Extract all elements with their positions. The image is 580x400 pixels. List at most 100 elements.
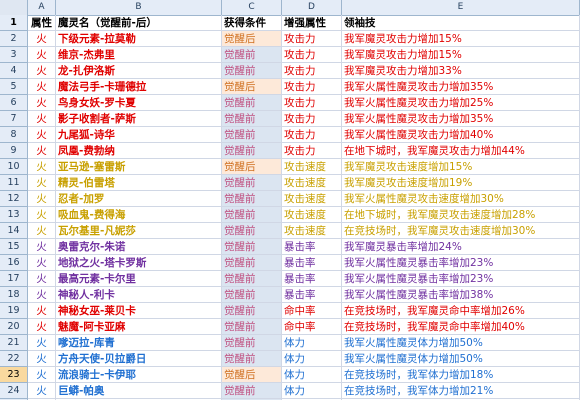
cell-skill[interactable]: 我军火属性魔灵暴击率增加23%	[342, 271, 580, 287]
cell-cond[interactable]: 觉醒前	[222, 111, 282, 127]
row-number[interactable]: 4	[0, 63, 28, 79]
cell-name[interactable]: 龙-扎伊洛斯	[56, 63, 222, 79]
cell-enh[interactable]: 攻击速度	[282, 159, 342, 175]
row-number[interactable]: 6	[0, 95, 28, 111]
row-number[interactable]: 21	[0, 335, 28, 351]
cell-name[interactable]: 神秘女巫-莱贝卡	[56, 303, 222, 319]
cell-skill[interactable]: 在地下城时，我军魔灵攻击力增加44%	[342, 143, 580, 159]
cell-attr[interactable]: 火	[28, 63, 56, 79]
cell-cond[interactable]: 觉醒前	[222, 207, 282, 223]
cell-skill[interactable]: 我军魔灵攻击力增加15%	[342, 31, 580, 47]
cell-skill[interactable]: 我军火属性魔灵攻击力增加40%	[342, 127, 580, 143]
column-header-a[interactable]: A	[28, 0, 56, 15]
cell-attr[interactable]: 火	[28, 303, 56, 319]
cell-cond[interactable]: 觉醒前	[222, 63, 282, 79]
cell-attr[interactable]: 火	[28, 223, 56, 239]
cell-enh[interactable]: 体力	[282, 367, 342, 383]
cell-cond[interactable]: 觉醒后	[222, 159, 282, 175]
cell-attr[interactable]: 火	[28, 127, 56, 143]
cell-enh[interactable]: 命中率	[282, 303, 342, 319]
cell-enh[interactable]: 攻击速度	[282, 175, 342, 191]
cell-skill[interactable]: 我军火属性魔灵体力增加50%	[342, 335, 580, 351]
row-number[interactable]: 1	[0, 15, 28, 31]
cell-cond[interactable]: 觉醒后	[222, 367, 282, 383]
row-number[interactable]: 20	[0, 319, 28, 335]
cell-enh[interactable]: 攻击力	[282, 143, 342, 159]
row-number[interactable]: 10	[0, 159, 28, 175]
cell-cond[interactable]: 觉醒前	[222, 255, 282, 271]
cell-skill[interactable]: 在竞技场时，我军体力增加21%	[342, 383, 580, 399]
cell-name[interactable]: 下级元素-拉莫勒	[56, 31, 222, 47]
cell-skill[interactable]: 在竞技场时，我军魔灵命中率增加26%	[342, 303, 580, 319]
cell-skill[interactable]: 在竞技场时，我军体力增加18%	[342, 367, 580, 383]
cell-name[interactable]: 维京-杰弗里	[56, 47, 222, 63]
cell-name[interactable]: 影子收割者-萨斯	[56, 111, 222, 127]
cell-name[interactable]: 魅魔-阿卡亚麻	[56, 319, 222, 335]
cell-name[interactable]: 吸血鬼-费得海	[56, 207, 222, 223]
cell-attr[interactable]: 火	[28, 335, 56, 351]
cell-enh[interactable]: 攻击力	[282, 111, 342, 127]
cell-skill[interactable]: 我军魔灵攻击速度增加15%	[342, 159, 580, 175]
cell-enh[interactable]: 攻击速度	[282, 207, 342, 223]
cell-enh[interactable]: 攻击力	[282, 63, 342, 79]
cell-attr[interactable]: 火	[28, 111, 56, 127]
cell-enh[interactable]: 攻击速度	[282, 191, 342, 207]
cell-cond[interactable]: 觉醒前	[222, 143, 282, 159]
cell-cond[interactable]: 觉醒前	[222, 351, 282, 367]
cell-skill[interactable]: 我军火属性魔灵暴击率增加23%	[342, 255, 580, 271]
cell-enh[interactable]: 暴击率	[282, 255, 342, 271]
cell-attr[interactable]: 火	[28, 175, 56, 191]
cell-skill[interactable]: 在地下城时，我军魔灵攻击速度增加28%	[342, 207, 580, 223]
cell-enh[interactable]: 攻击力	[282, 127, 342, 143]
cell-name[interactable]: 魔法弓手-卡珊德拉	[56, 79, 222, 95]
cell-attr[interactable]: 火	[28, 143, 56, 159]
cell-enh[interactable]: 体力	[282, 351, 342, 367]
column-header-c[interactable]: C	[222, 0, 282, 15]
cell-name[interactable]: 凤凰-费勃纳	[56, 143, 222, 159]
cell-cond[interactable]: 觉醒后	[222, 79, 282, 95]
cell-cond[interactable]: 觉醒前	[222, 191, 282, 207]
header-cell-enh[interactable]: 增强属性	[282, 15, 342, 31]
row-number[interactable]: 14	[0, 223, 28, 239]
cell-name[interactable]: 九尾狐-诗华	[56, 127, 222, 143]
cell-cond[interactable]: 觉醒前	[222, 287, 282, 303]
column-header-e[interactable]: E	[342, 0, 580, 15]
cell-name[interactable]: 地狱之火-塔卡罗斯	[56, 255, 222, 271]
cell-skill[interactable]: 我军魔灵攻击速度增加19%	[342, 175, 580, 191]
cell-attr[interactable]: 火	[28, 383, 56, 399]
row-number[interactable]: 13	[0, 207, 28, 223]
header-cell-cond[interactable]: 获得条件	[222, 15, 282, 31]
cell-attr[interactable]: 火	[28, 239, 56, 255]
column-header-b[interactable]: B	[56, 0, 222, 15]
cell-skill[interactable]: 我军魔灵暴击率增加24%	[342, 239, 580, 255]
cell-name[interactable]: 鸟身女妖-罗卡夏	[56, 95, 222, 111]
cell-cond[interactable]: 觉醒后	[222, 31, 282, 47]
header-cell-skill[interactable]: 领袖技	[342, 15, 580, 31]
cell-skill[interactable]: 在竞技场时，我军魔灵命中率增加40%	[342, 319, 580, 335]
cell-cond[interactable]: 觉醒前	[222, 383, 282, 399]
cell-attr[interactable]: 火	[28, 351, 56, 367]
select-all-corner[interactable]	[0, 0, 28, 15]
cell-attr[interactable]: 火	[28, 159, 56, 175]
cell-cond[interactable]: 觉醒前	[222, 127, 282, 143]
cell-enh[interactable]: 命中率	[282, 319, 342, 335]
row-number[interactable]: 8	[0, 127, 28, 143]
cell-enh[interactable]: 暴击率	[282, 239, 342, 255]
cell-attr[interactable]: 火	[28, 367, 56, 383]
row-number[interactable]: 16	[0, 255, 28, 271]
column-header-d[interactable]: D	[282, 0, 342, 15]
cell-name[interactable]: 嗲迈拉-库青	[56, 335, 222, 351]
cell-cond[interactable]: 觉醒前	[222, 223, 282, 239]
row-number[interactable]: 3	[0, 47, 28, 63]
cell-attr[interactable]: 火	[28, 191, 56, 207]
cell-skill[interactable]: 我军火属性魔灵暴击率增加38%	[342, 287, 580, 303]
row-number[interactable]: 12	[0, 191, 28, 207]
cell-cond[interactable]: 觉醒前	[222, 95, 282, 111]
cell-enh[interactable]: 体力	[282, 383, 342, 399]
cell-attr[interactable]: 火	[28, 79, 56, 95]
cell-attr[interactable]: 火	[28, 271, 56, 287]
cell-name[interactable]: 精灵-伯雷塔	[56, 175, 222, 191]
cell-skill[interactable]: 我军火属性魔灵攻击力增加35%	[342, 111, 580, 127]
row-number[interactable]: 15	[0, 239, 28, 255]
row-number[interactable]: 7	[0, 111, 28, 127]
